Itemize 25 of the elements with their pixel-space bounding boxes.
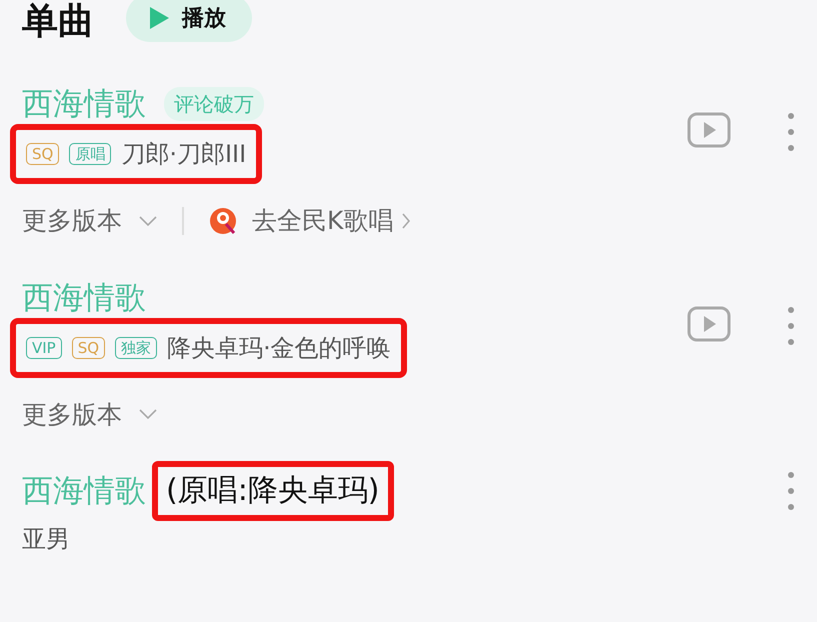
quality-tag: 独家 bbox=[115, 336, 158, 358]
artist-album: 刀郎·刀郎III bbox=[121, 139, 246, 170]
video-icon[interactable] bbox=[687, 306, 731, 342]
quality-tag: SQ bbox=[26, 143, 60, 165]
artist-album: 降央卓玛·金色的呼唤 bbox=[167, 332, 391, 364]
original-singer-note: (原唱:降央卓玛) bbox=[152, 461, 394, 521]
quality-tag: SQ bbox=[72, 336, 106, 358]
comment-badge: 评论破万 bbox=[164, 87, 264, 121]
chevron-right-icon bbox=[401, 212, 412, 230]
more-versions-link[interactable]: 更多版本 bbox=[22, 202, 158, 240]
chevron-down-icon bbox=[138, 408, 158, 420]
more-options-icon[interactable] bbox=[787, 471, 795, 511]
karaoke-link[interactable]: 去全民K歌唱 bbox=[252, 202, 412, 240]
play-icon bbox=[148, 6, 170, 30]
play-button[interactable]: 播放 bbox=[126, 0, 252, 42]
artist-name: 亚男 bbox=[22, 524, 71, 555]
more-options-icon[interactable] bbox=[787, 306, 795, 346]
section-title: 单曲 bbox=[22, 0, 94, 44]
karaoke-app-icon bbox=[208, 206, 238, 236]
chevron-down-icon bbox=[138, 214, 158, 227]
more-options-icon[interactable] bbox=[787, 112, 795, 152]
quality-tag: VIP bbox=[26, 336, 62, 358]
quality-tag: 原唱 bbox=[69, 143, 112, 165]
video-icon[interactable] bbox=[687, 112, 731, 148]
more-versions-link[interactable]: 更多版本 bbox=[22, 396, 158, 433]
